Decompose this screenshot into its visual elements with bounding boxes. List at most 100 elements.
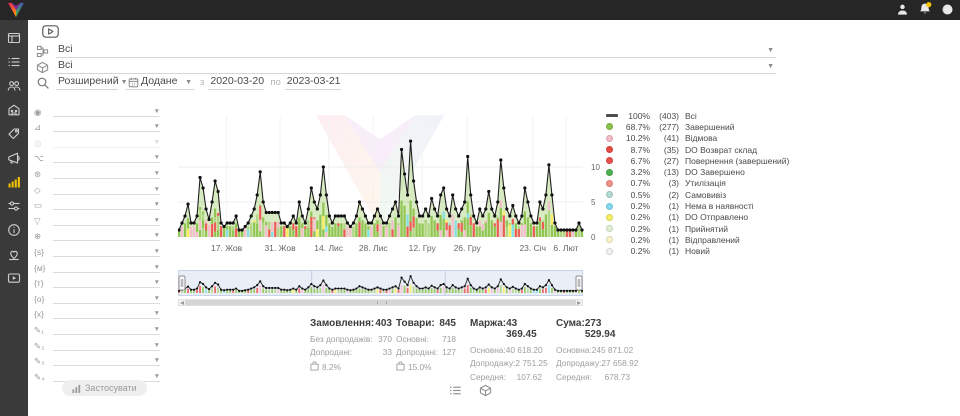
side-filter-t-field-filter[interactable]: {т}▼	[34, 273, 160, 289]
rail-item-dashboard[interactable]	[0, 26, 28, 50]
legend-item-9[interactable]: 0.2%(1)DO Отправлено	[606, 212, 789, 223]
legend-item-7[interactable]: 0.5%(2)Самовивіз	[606, 189, 789, 200]
rail-item-marketing-megaphone[interactable]	[0, 146, 28, 170]
stat-subrow: Основна:245 871.02	[556, 345, 630, 355]
statuses-select[interactable]: Всі ▼	[56, 43, 776, 58]
hierarchy-filter-select[interactable]: ▼	[53, 150, 160, 163]
source-filter-select[interactable]: ▼	[53, 104, 160, 117]
side-filter-custom-field-1[interactable]: ✎₁▼	[34, 319, 160, 335]
side-filter-o-field-filter[interactable]: {о}▼	[34, 288, 160, 304]
search-mode-select[interactable]: Розширений ▼	[56, 75, 118, 90]
legend-count: (2)	[650, 190, 679, 200]
t-field-filter-select[interactable]: ▼	[53, 275, 160, 288]
rail-item-price-tags[interactable]	[0, 122, 28, 146]
rail-item-settings-sliders[interactable]	[0, 194, 28, 218]
legend-item-0[interactable]: 100%(403)Всі	[606, 110, 789, 121]
products-select-value: Всі	[56, 59, 75, 73]
svg-text:12. Гру: 12. Гру	[409, 243, 437, 253]
side-filter-source-filter[interactable]: ◉▼	[34, 101, 160, 117]
person-filter-select[interactable]: ▼	[53, 166, 160, 179]
date-from-input[interactable]: 2020-03-20	[208, 75, 264, 90]
custom-field-3-select[interactable]: ▼	[53, 353, 160, 366]
analytics-chart-icon	[7, 175, 21, 189]
stat-header: Товари:845	[396, 318, 456, 331]
video-tour-button[interactable]	[42, 25, 59, 41]
o-field-filter-select[interactable]: ▼	[53, 291, 160, 304]
m-field-filter-select[interactable]: ▼	[53, 260, 160, 273]
legend-item-5[interactable]: 3.2%(13)DO Завершено	[606, 166, 789, 177]
custom-field-1-select[interactable]: ▼	[53, 322, 160, 335]
legend-count: (1)	[650, 201, 679, 211]
list-view-icon[interactable]	[449, 384, 462, 402]
funnel-filter-select[interactable]: ▼	[53, 213, 160, 226]
payment-filter-select[interactable]: ▼	[53, 197, 160, 210]
stat-col-1: Товари:845Основні:718Допродані:12715.0%	[396, 318, 456, 373]
apply-filters-button[interactable]: Застосувати	[62, 380, 147, 396]
svg-text:5: 5	[591, 198, 596, 207]
legend-item-11[interactable]: 0.2%(1)Відправлений	[606, 234, 789, 245]
side-filter-funnel-filter[interactable]: ▽▼	[34, 210, 160, 226]
side-filter-custom-field-3[interactable]: ✎₃▼	[34, 351, 160, 367]
legend-item-6[interactable]: 0.7%(3)Утилізація	[606, 178, 789, 189]
navigator-right-handle[interactable]	[576, 276, 582, 290]
svg-text:0: 0	[591, 233, 596, 242]
side-filter-s-field-filter[interactable]: {s}▼	[34, 241, 160, 257]
rail-item-customers[interactable]	[0, 74, 28, 98]
rail-item-store[interactable]	[0, 98, 28, 122]
side-filter-globe-filter[interactable]: ⊕▼	[34, 226, 160, 242]
theme-avatar-icon[interactable]	[941, 3, 954, 16]
legend-item-1[interactable]: 68.7%(277)Завершений	[606, 121, 789, 132]
legend-item-12[interactable]: 0.2%(1)Новий	[606, 246, 789, 257]
mini-chart-icon	[72, 384, 81, 393]
legend-item-10[interactable]: 0.2%(1)Прийнятий	[606, 223, 789, 234]
rail-item-video-help[interactable]	[0, 266, 28, 290]
rail-item-info[interactable]	[0, 218, 28, 242]
legend-pct: 68.7%	[621, 122, 650, 132]
stat-header: Маржа:43 369.45	[470, 318, 542, 342]
rail-item-care-heart[interactable]	[0, 242, 28, 266]
legend-pct: 0.2%	[621, 212, 650, 222]
package-filter-icon: ◇	[34, 185, 53, 195]
stat-title: Маржа:	[470, 318, 506, 340]
s-field-filter-select[interactable]: ▼	[53, 244, 160, 257]
package-filter-select[interactable]: ▼	[53, 182, 160, 195]
scrollbar-thumb[interactable]	[185, 300, 576, 305]
side-filter-measure-filter[interactable]: ⊿▼	[34, 117, 160, 133]
products-select[interactable]: Всі ▼	[56, 59, 776, 74]
x-field-filter-icon: {х}	[34, 309, 53, 319]
side-filter-hierarchy-filter[interactable]: ⌥▼	[34, 148, 160, 164]
legend-item-4[interactable]: 6.7%(27)Повернення (завершений)	[606, 155, 789, 166]
legend-pct: 100%	[621, 111, 650, 121]
side-filter-custom-field-2[interactable]: ✎₂▼	[34, 335, 160, 351]
legend-item-3[interactable]: 8.7%(35)DO Возврат склад	[606, 144, 789, 155]
date-to-input[interactable]: 2023-03-21	[285, 75, 341, 90]
measure-filter-select[interactable]: ▼	[53, 119, 160, 132]
scrollbar-right-arrow-icon[interactable]	[577, 301, 581, 305]
side-filter-person-filter[interactable]: ⊛▼	[34, 163, 160, 179]
scrollbar-left-arrow-icon[interactable]	[180, 301, 184, 305]
custom-field-2-select[interactable]: ▼	[53, 338, 160, 351]
side-filter-disabled-filter[interactable]: ◎▼	[34, 132, 160, 148]
rail-item-orders-list[interactable]	[0, 50, 28, 74]
legend-item-8[interactable]: 0.2%(1)Нема в наявності	[606, 200, 789, 211]
products-box-icon[interactable]	[479, 384, 492, 402]
chart-scrollbar[interactable]	[178, 299, 583, 306]
chart-navigator[interactable]	[178, 270, 583, 296]
x-field-filter-select[interactable]: ▼	[53, 306, 160, 319]
legend-item-2[interactable]: 10.2%(41)Відмова	[606, 133, 789, 144]
navigator-left-handle[interactable]	[179, 276, 185, 290]
side-filter-m-field-filter[interactable]: {м}▼	[34, 257, 160, 273]
disabled-filter-select[interactable]: ▼	[53, 135, 160, 148]
orders-timeline-chart[interactable]: 051017. Жов31. Жов14. Лис28. Лис12. Гру2…	[178, 106, 610, 258]
rail-item-analytics-chart[interactable]	[0, 170, 28, 194]
globe-filter-select[interactable]: ▼	[53, 228, 160, 241]
notifications-bell-icon[interactable]	[918, 2, 932, 16]
side-filter-package-filter[interactable]: ◇▼	[34, 179, 160, 195]
legend-swatch	[606, 191, 621, 198]
legend-pct: 10.2%	[621, 133, 650, 143]
stat-sublabel: Допродані:	[310, 347, 352, 357]
user-icon[interactable]	[896, 3, 909, 16]
date-field-select[interactable]: 17 Додане ▼	[126, 75, 194, 90]
side-filter-payment-filter[interactable]: ▭▼	[34, 195, 160, 211]
side-filter-x-field-filter[interactable]: {х}▼	[34, 304, 160, 320]
